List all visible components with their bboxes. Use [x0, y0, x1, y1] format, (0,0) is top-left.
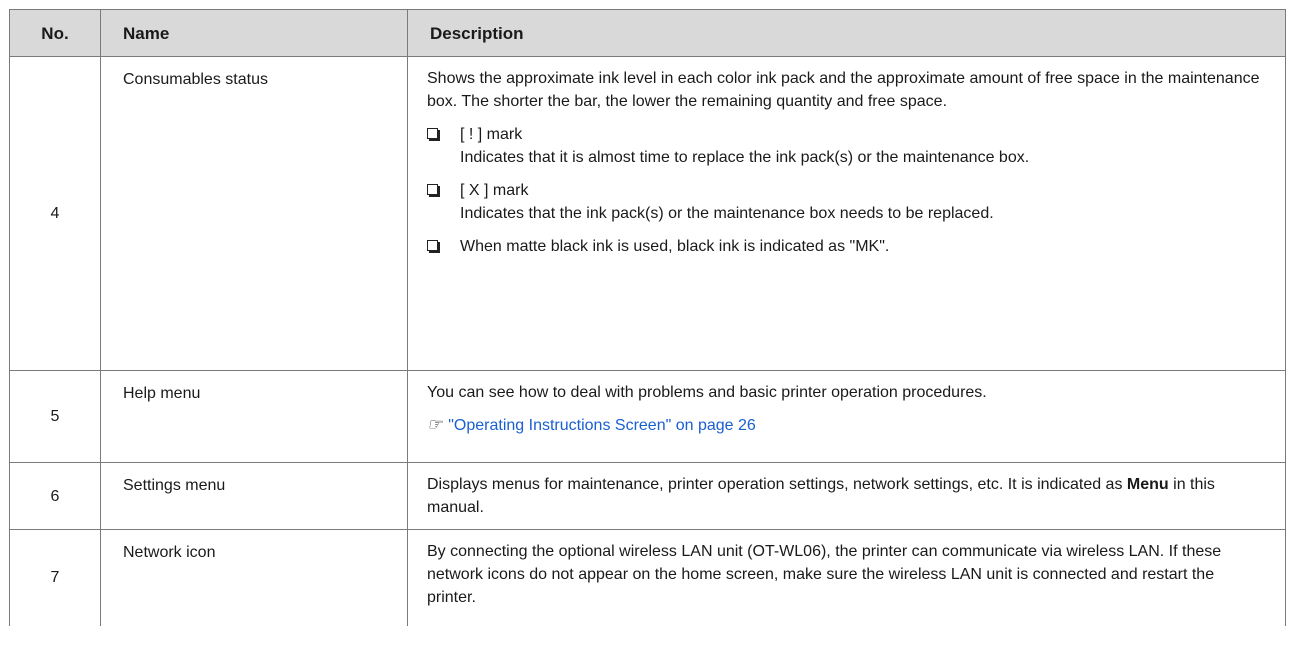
table-row: 5 Help menu You can see how to deal with… — [9, 370, 1286, 463]
cross-reference: ☞ "Operating Instructions Screen" on page… — [427, 414, 1265, 437]
bullet-title: [ ! ] mark — [460, 126, 523, 143]
row-description: You can see how to deal with problems an… — [407, 370, 1286, 463]
list-item: [ X ] mark Indicates that the ink pack(s… — [427, 179, 1265, 225]
row-name: Help menu — [100, 370, 408, 463]
row-name: Settings menu — [100, 462, 408, 530]
checkbox-bullet-icon — [427, 240, 438, 251]
bullet-text: Indicates that it is almost time to repl… — [460, 149, 1030, 166]
bullet-list: [ ! ] mark Indicates that it is almost t… — [427, 123, 1265, 258]
checkbox-bullet-icon — [427, 128, 438, 139]
column-header-description: Description — [407, 9, 1286, 57]
list-item: When matte black ink is used, black ink … — [427, 235, 1265, 258]
row-name: Consumables status — [100, 56, 408, 371]
list-item: [ ! ] mark Indicates that it is almost t… — [427, 123, 1265, 169]
row-number: 7 — [9, 529, 101, 626]
row-number: 4 — [9, 56, 101, 371]
description-table: No. Name Description 4 Consumables statu… — [9, 9, 1286, 626]
bullet-title: [ X ] mark — [460, 182, 529, 199]
column-header-name: Name — [100, 9, 408, 57]
bullet-title: When matte black ink is used, black ink … — [460, 238, 890, 255]
row-number: 6 — [9, 462, 101, 530]
description-text: Displays menus for maintenance, printer … — [427, 476, 1127, 493]
operating-instructions-link[interactable]: "Operating Instructions Screen" on page … — [448, 417, 756, 434]
table-header-row: No. Name Description — [9, 9, 1286, 57]
document-page: No. Name Description 4 Consumables statu… — [0, 0, 1293, 666]
row-number: 5 — [9, 370, 101, 463]
menu-term: Menu — [1126, 476, 1169, 493]
table-row: 7 Network icon By connecting the optiona… — [9, 529, 1286, 626]
table-row: 6 Settings menu Displays menus for maint… — [9, 462, 1286, 530]
column-header-no: No. — [9, 9, 101, 57]
reference-arrow-icon: ☞ — [427, 415, 443, 435]
bullet-text: Indicates that the ink pack(s) or the ma… — [460, 205, 994, 222]
row-description: Displays menus for maintenance, printer … — [407, 462, 1286, 530]
row-name: Network icon — [100, 529, 408, 626]
table-row: 4 Consumables status Shows the approxima… — [9, 56, 1286, 371]
description-text: Shows the approximate ink level in each … — [427, 70, 1260, 110]
row-description: Shows the approximate ink level in each … — [407, 56, 1286, 371]
checkbox-bullet-icon — [427, 184, 438, 195]
description-text: You can see how to deal with problems an… — [427, 384, 987, 401]
row-description: By connecting the optional wireless LAN … — [407, 529, 1286, 626]
